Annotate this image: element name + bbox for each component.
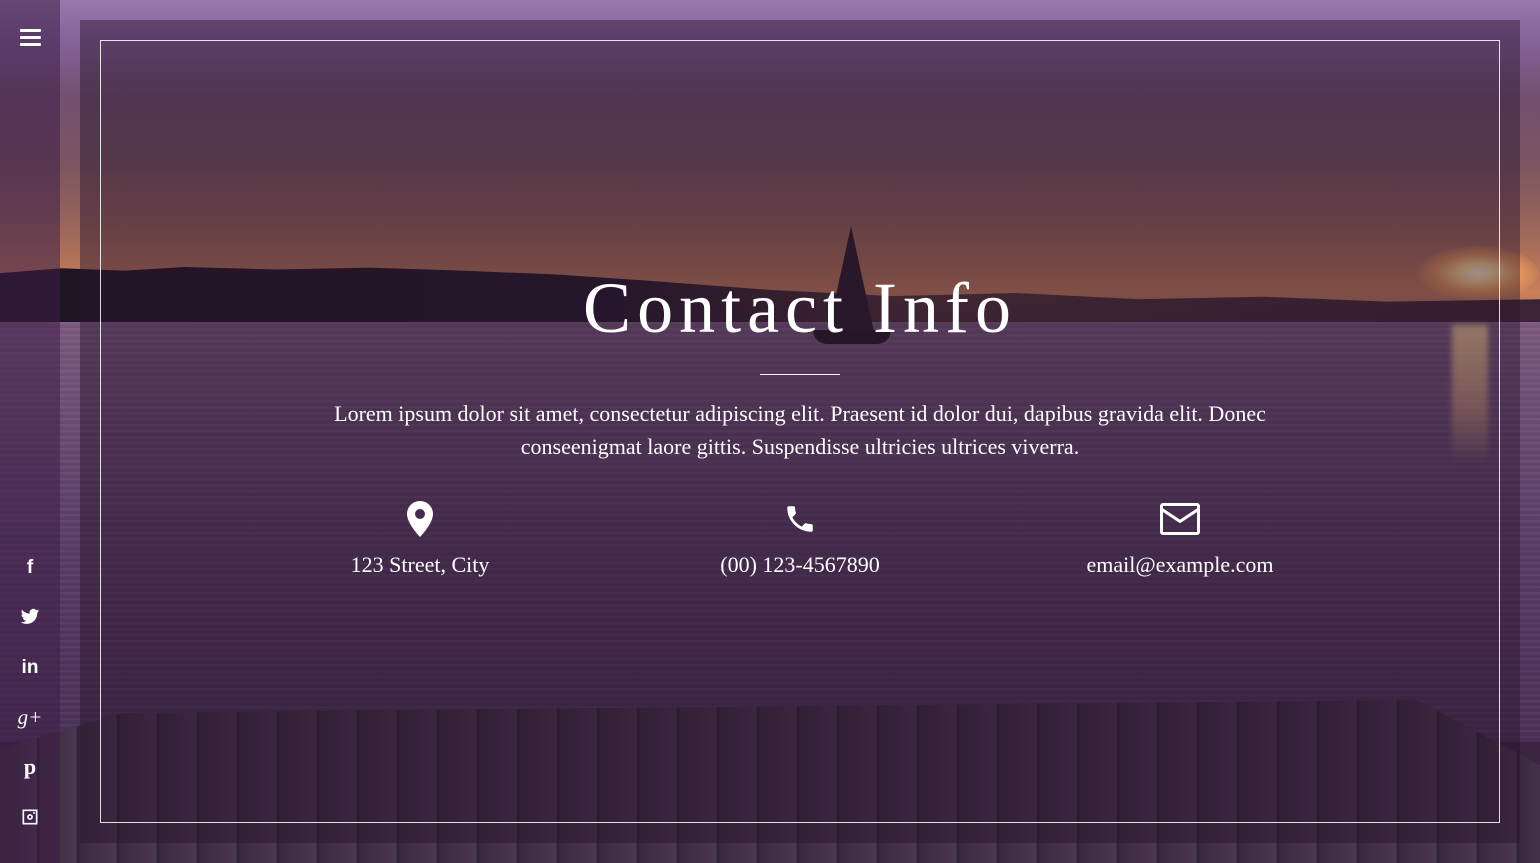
contact-info-row: 123 Street, City (00) 123-4567890 email@… (230, 498, 1370, 578)
facebook-icon[interactable]: f (10, 550, 50, 584)
map-marker-icon (407, 498, 433, 540)
page-description: Lorem ipsum dolor sit amet, consectetur … (334, 401, 1266, 459)
title-divider (760, 374, 840, 375)
instagram-icon[interactable] (10, 800, 50, 834)
google-plus-icon[interactable]: g+ (10, 700, 50, 734)
pinterest-icon[interactable]: p (10, 750, 50, 784)
envelope-icon (1159, 498, 1201, 540)
sidebar: f in g+ p (0, 0, 60, 863)
google-plus-glyph: g+ (17, 704, 43, 729)
linkedin-icon[interactable]: in (10, 650, 50, 684)
phone-icon (783, 498, 817, 540)
social-links: f in g+ p (0, 550, 60, 850)
contact-section: Contact Info Lorem ipsum dolor sit amet,… (100, 40, 1500, 823)
phone-item: (00) 123-4567890 (610, 498, 990, 578)
address-value: 123 Street, City (350, 552, 490, 577)
page-title: Contact Info (583, 268, 1017, 348)
address-item: 123 Street, City (230, 498, 610, 578)
twitter-icon[interactable] (10, 600, 50, 634)
pinterest-glyph: p (23, 754, 37, 779)
hamburger-icon[interactable] (15, 22, 45, 52)
email-value[interactable]: email@example.com (1086, 552, 1273, 578)
linkedin-glyph: in (21, 656, 39, 678)
facebook-glyph: f (26, 556, 34, 578)
phone-value: (00) 123-4567890 (720, 552, 880, 577)
email-item: email@example.com (990, 498, 1370, 578)
